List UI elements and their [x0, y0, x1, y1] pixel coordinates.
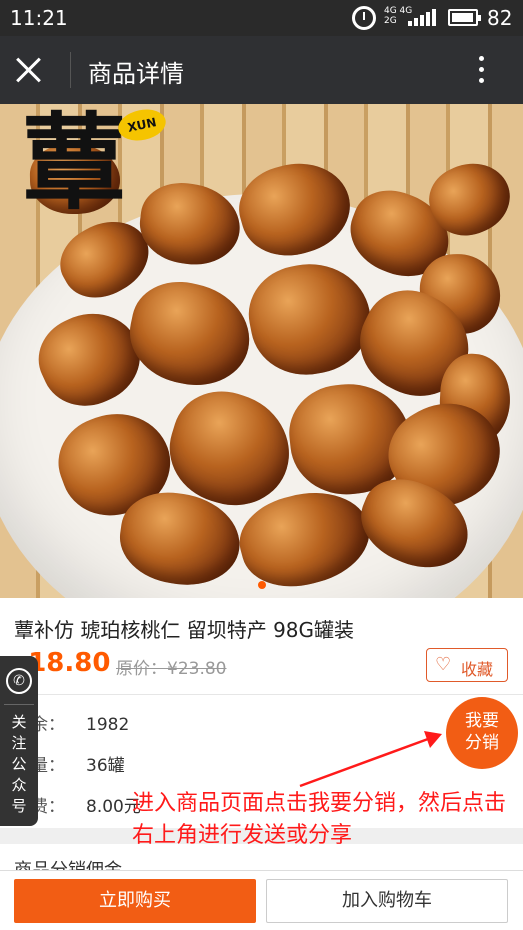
favorite-button[interactable]: ♡ 收藏: [426, 648, 508, 682]
buy-now-button[interactable]: 立即购买: [14, 879, 256, 923]
close-icon[interactable]: [14, 56, 42, 84]
add-to-cart-button[interactable]: 加入购物车: [266, 879, 508, 923]
page-title: 商品详情: [88, 60, 184, 88]
battery-icon: [448, 9, 481, 26]
title-bar: 商品详情: [0, 36, 523, 104]
status-time: 11:21: [10, 6, 68, 30]
follow-label: 关注公众号: [11, 713, 27, 815]
price-value: 18.80: [28, 648, 111, 678]
alarm-icon: [352, 6, 376, 30]
brand-logo: 蕈 XUN: [22, 104, 169, 226]
more-menu-icon[interactable]: [472, 54, 490, 86]
follow-divider: [4, 704, 34, 705]
status-bar: 11:21 4G 4G 2G 82: [0, 0, 523, 36]
brand-character: 蕈: [22, 104, 127, 224]
original-price: 原价：¥23.80: [116, 659, 227, 679]
favorite-label: 收藏: [461, 660, 494, 679]
carousel-indicator: [258, 581, 266, 589]
title-divider: [70, 52, 71, 88]
divider: [0, 694, 523, 695]
product-name: 蕈补仿 琥珀核桃仁 留坝特产 98G罐装: [14, 618, 355, 642]
heart-plus-icon: ♡: [435, 654, 452, 675]
bottom-action-bar: 立即购买 加入购物车: [0, 870, 523, 930]
product-image[interactable]: 蕈 XUN: [0, 104, 523, 598]
follow-account-tab[interactable]: ✆ 关注公众号: [0, 656, 38, 826]
signal-icon: [408, 8, 438, 26]
annotation-text: 进入商品页面点击我要分销，然后点击右上角进行发送或分享: [132, 791, 507, 848]
distribute-button[interactable]: 我要 分销: [446, 697, 518, 769]
battery-percent: 82: [487, 6, 513, 30]
phone-icon: ✆: [6, 668, 32, 694]
